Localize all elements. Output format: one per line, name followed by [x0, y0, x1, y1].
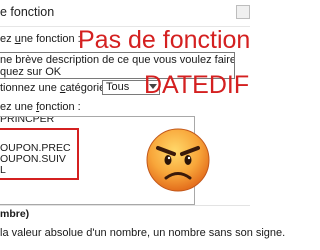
function-description: la valeur absolue d'un nombre, un nombre…: [0, 227, 286, 239]
search-input-line1: ne brève description de ce que vous voul…: [0, 54, 235, 66]
highlight-box: [0, 128, 79, 180]
angry-face-icon: [146, 128, 210, 192]
search-input-line2: quez sur OK: [0, 66, 62, 78]
search-label: ez une fonction :: [0, 33, 81, 45]
function-list-label-rest: onction :: [39, 101, 81, 113]
overlay-subtitle: DATEDIF: [144, 71, 250, 99]
category-selected-value: Tous: [106, 81, 130, 93]
dialog-title: e fonction: [0, 5, 55, 19]
divider: [0, 205, 250, 206]
overlay-title: Pas de fonction: [78, 26, 251, 54]
dialog-titlebar: e fonction: [0, 0, 250, 27]
category-label: tionnez une catégorie :: [0, 82, 111, 94]
function-list-label: ez une fonction :: [0, 101, 81, 113]
search-label-rest: ne fonction :: [20, 33, 81, 45]
function-list-label-prefix: ez une: [0, 101, 37, 113]
category-label-prefix: tionnez une: [0, 82, 60, 94]
list-item[interactable]: PRINCPER: [0, 117, 54, 125]
search-label-prefix: ez: [0, 33, 15, 45]
function-signature: mbre): [0, 208, 30, 220]
help-icon[interactable]: [236, 5, 250, 19]
